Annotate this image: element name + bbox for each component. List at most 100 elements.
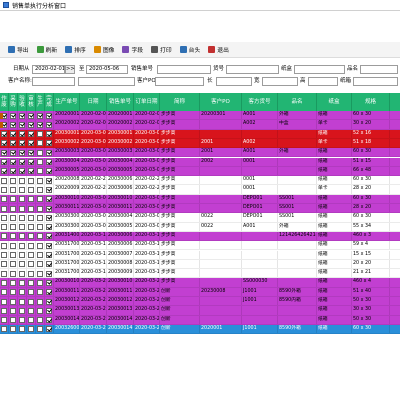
row-checkbox[interactable]: [10, 149, 16, 156]
row-checkbox[interactable]: [46, 242, 52, 249]
order-field[interactable]: [157, 65, 211, 74]
table-row[interactable]: 200200092020-02-28200300062020-02-28步步高0…: [0, 185, 400, 195]
row-checkbox[interactable]: [46, 177, 52, 184]
column-header[interactable]: 日期: [80, 93, 107, 111]
customer-name-field[interactable]: [78, 77, 135, 86]
row-checkbox[interactable]: [37, 307, 43, 314]
row-checkbox[interactable]: [1, 177, 7, 184]
row-checkbox[interactable]: [10, 177, 16, 184]
row-checkbox[interactable]: [28, 307, 34, 314]
row-checkbox[interactable]: [10, 140, 16, 147]
row-checkbox[interactable]: [10, 307, 16, 314]
row-checkbox[interactable]: [46, 279, 52, 286]
row-checkbox[interactable]: [19, 270, 25, 277]
row-checkbox[interactable]: [19, 298, 25, 305]
row-checkbox[interactable]: [46, 140, 52, 147]
row-checkbox[interactable]: [28, 205, 34, 212]
row-checkbox[interactable]: [10, 131, 16, 138]
row-checkbox[interactable]: [19, 242, 25, 249]
row-checkbox[interactable]: [37, 186, 43, 193]
toolbar-button-print[interactable]: 打印: [148, 44, 175, 56]
row-checkbox[interactable]: [46, 289, 52, 296]
toolbar-button-chart[interactable]: 图像: [91, 44, 118, 56]
row-checkbox[interactable]: [1, 270, 7, 277]
table-row[interactable]: 200300102020-03-01200300102020-03-01步步高D…: [0, 194, 400, 204]
row-checkbox[interactable]: [19, 131, 25, 138]
row-checkbox[interactable]: [19, 112, 25, 119]
toolbar-button-exit[interactable]: 退出: [205, 44, 232, 56]
table-row[interactable]: 200300052020-03-03200300052020-03-03步步高纸…: [0, 166, 400, 177]
row-checkbox[interactable]: [37, 140, 43, 147]
row-checkbox[interactable]: [28, 298, 34, 305]
row-checkbox[interactable]: [37, 214, 43, 221]
row-checkbox[interactable]: [10, 205, 16, 212]
paper-field[interactable]: [294, 65, 345, 74]
table-row[interactable]: 20032600012020-03-26200300142020-03-26创新…: [0, 324, 400, 335]
row-checkbox[interactable]: [19, 261, 25, 268]
table-row[interactable]: 20031700012020-03-17200300062020-03-17步步…: [0, 241, 400, 251]
row-checkbox[interactable]: [37, 196, 43, 203]
row-checkbox[interactable]: [19, 140, 25, 147]
column-header[interactable]: 审核: [27, 93, 36, 111]
row-checkbox[interactable]: [37, 270, 43, 277]
table-row[interactable]: 200300142020-03-23200300142020-03-23创新纸箱…: [0, 315, 400, 325]
row-checkbox[interactable]: [28, 242, 34, 249]
row-checkbox[interactable]: [19, 186, 25, 193]
row-checkbox[interactable]: [1, 168, 7, 175]
table-row[interactable]: 200300112020-03-23200300112020-03-23创新20…: [0, 287, 400, 297]
row-checkbox[interactable]: [28, 186, 34, 193]
row-checkbox[interactable]: [28, 177, 34, 184]
name-field[interactable]: [360, 65, 398, 74]
table-row[interactable]: 20031700022020-03-17200300072020-03-17步步…: [0, 250, 400, 260]
row-checkbox[interactable]: [37, 224, 43, 231]
row-checkbox[interactable]: [1, 159, 7, 165]
row-checkbox[interactable]: [28, 279, 34, 286]
row-checkbox[interactable]: [1, 214, 7, 221]
row-checkbox[interactable]: [1, 261, 7, 268]
row-checkbox[interactable]: [10, 233, 16, 240]
row-checkbox[interactable]: [28, 252, 34, 258]
column-header[interactable]: 完成: [45, 93, 54, 111]
customer-po-field[interactable]: [155, 77, 204, 86]
row-checkbox[interactable]: [46, 131, 52, 138]
row-checkbox[interactable]: [46, 121, 52, 128]
row-checkbox[interactable]: [19, 121, 25, 128]
length-field[interactable]: [216, 77, 252, 86]
height-field[interactable]: [308, 77, 338, 86]
row-checkbox[interactable]: [46, 317, 52, 324]
row-checkbox[interactable]: [37, 159, 43, 165]
table-row[interactable]: 200300102020-03-23200300102020-03-23步步高S…: [0, 278, 400, 288]
row-checkbox[interactable]: [10, 298, 16, 305]
column-header[interactable]: 生产单号: [54, 93, 80, 111]
date-from-field[interactable]: 2020-02-01: [32, 65, 65, 74]
row-checkbox[interactable]: [46, 149, 52, 156]
row-checkbox[interactable]: [28, 289, 34, 296]
row-checkbox[interactable]: [46, 112, 52, 119]
row-checkbox[interactable]: [1, 224, 7, 231]
row-checkbox[interactable]: [46, 233, 52, 240]
table-row[interactable]: 200300122020-03-23200300122020-03-23创新J1…: [0, 297, 400, 307]
row-checkbox[interactable]: [10, 270, 16, 277]
date-to-field[interactable]: 2020-05-06: [86, 65, 128, 74]
row-checkbox[interactable]: [10, 224, 16, 231]
row-checkbox[interactable]: [1, 298, 7, 305]
column-header[interactable]: 客方货号: [242, 93, 278, 111]
row-checkbox[interactable]: [28, 261, 34, 268]
toolbar-button-sort[interactable]: 排序: [62, 44, 89, 56]
column-header[interactable]: 销售单号: [107, 93, 134, 111]
row-checkbox[interactable]: [19, 233, 25, 240]
width-field[interactable]: [262, 77, 298, 86]
column-header[interactable]: 验收: [18, 93, 27, 111]
row-checkbox[interactable]: [46, 252, 52, 258]
row-checkbox[interactable]: [10, 196, 16, 203]
row-checkbox[interactable]: [10, 279, 16, 286]
column-header[interactable]: 订单日期: [134, 93, 160, 111]
table-row[interactable]: 200200082020-02-28200300062020-02-28步步高0…: [0, 176, 400, 186]
row-checkbox[interactable]: [10, 252, 16, 258]
row-checkbox[interactable]: [1, 242, 7, 249]
row-checkbox[interactable]: [1, 317, 7, 324]
row-checkbox[interactable]: [28, 112, 34, 119]
table-row[interactable]: 200300132020-03-23200300132020-03-23创新纸箱…: [0, 306, 400, 316]
table-row[interactable]: 200300022020-03-03200300022020-03-03步步高2…: [0, 138, 400, 149]
row-checkbox[interactable]: [10, 326, 16, 333]
